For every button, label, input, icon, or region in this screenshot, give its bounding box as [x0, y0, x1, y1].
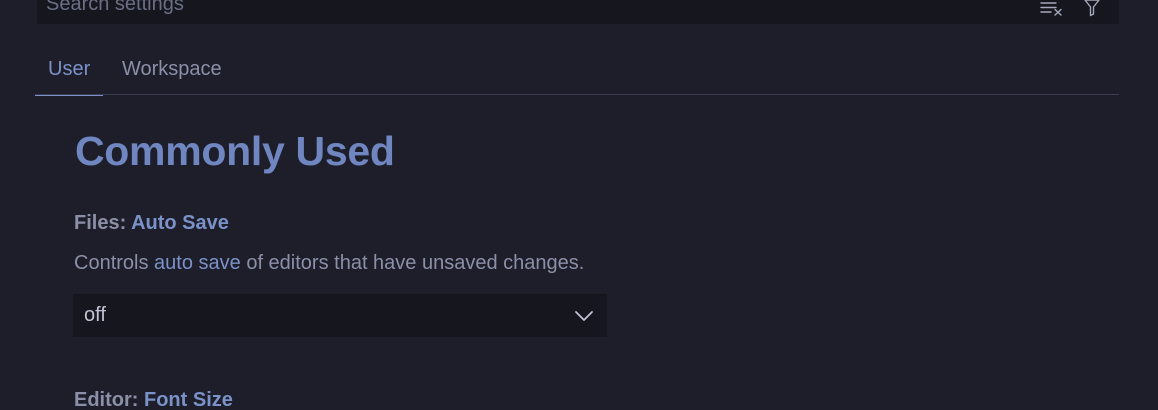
tab-workspace-label: Workspace [122, 58, 222, 80]
tab-user-label: User [48, 58, 91, 80]
setting-description: Controls auto save of editors that have … [74, 252, 584, 275]
tab-workspace[interactable]: Workspace [109, 44, 235, 95]
setting-category: Editor: [74, 389, 144, 410]
settings-scope-tabs: User Workspace [35, 44, 1119, 96]
setting-title-files-auto-save: Files: Auto Save [74, 212, 229, 235]
settings-page: User Workspace Commonly Used Files: Auto… [0, 0, 1158, 410]
select-value: off [84, 304, 106, 326]
auto-save-select[interactable]: off [73, 294, 607, 337]
clear-filter-icon[interactable] [1039, 0, 1065, 19]
setting-title-editor-font-size: Editor: Font Size [74, 389, 233, 410]
setting-category: Files: [74, 212, 132, 234]
search-input[interactable] [46, 0, 946, 16]
search-actions [1039, 0, 1105, 20]
description-text: Controls [74, 252, 155, 274]
filter-icon[interactable] [1079, 0, 1105, 19]
section-title: Commonly Used [75, 128, 395, 174]
tab-user[interactable]: User [35, 44, 104, 96]
setting-name: Font Size [144, 389, 233, 410]
description-text: of editors that have unsaved changes. [240, 252, 585, 274]
chevron-down-icon [573, 306, 595, 326]
auto-save-link[interactable]: auto save [154, 252, 241, 274]
setting-name: Auto Save [131, 212, 229, 234]
search-bar [37, 0, 1119, 24]
